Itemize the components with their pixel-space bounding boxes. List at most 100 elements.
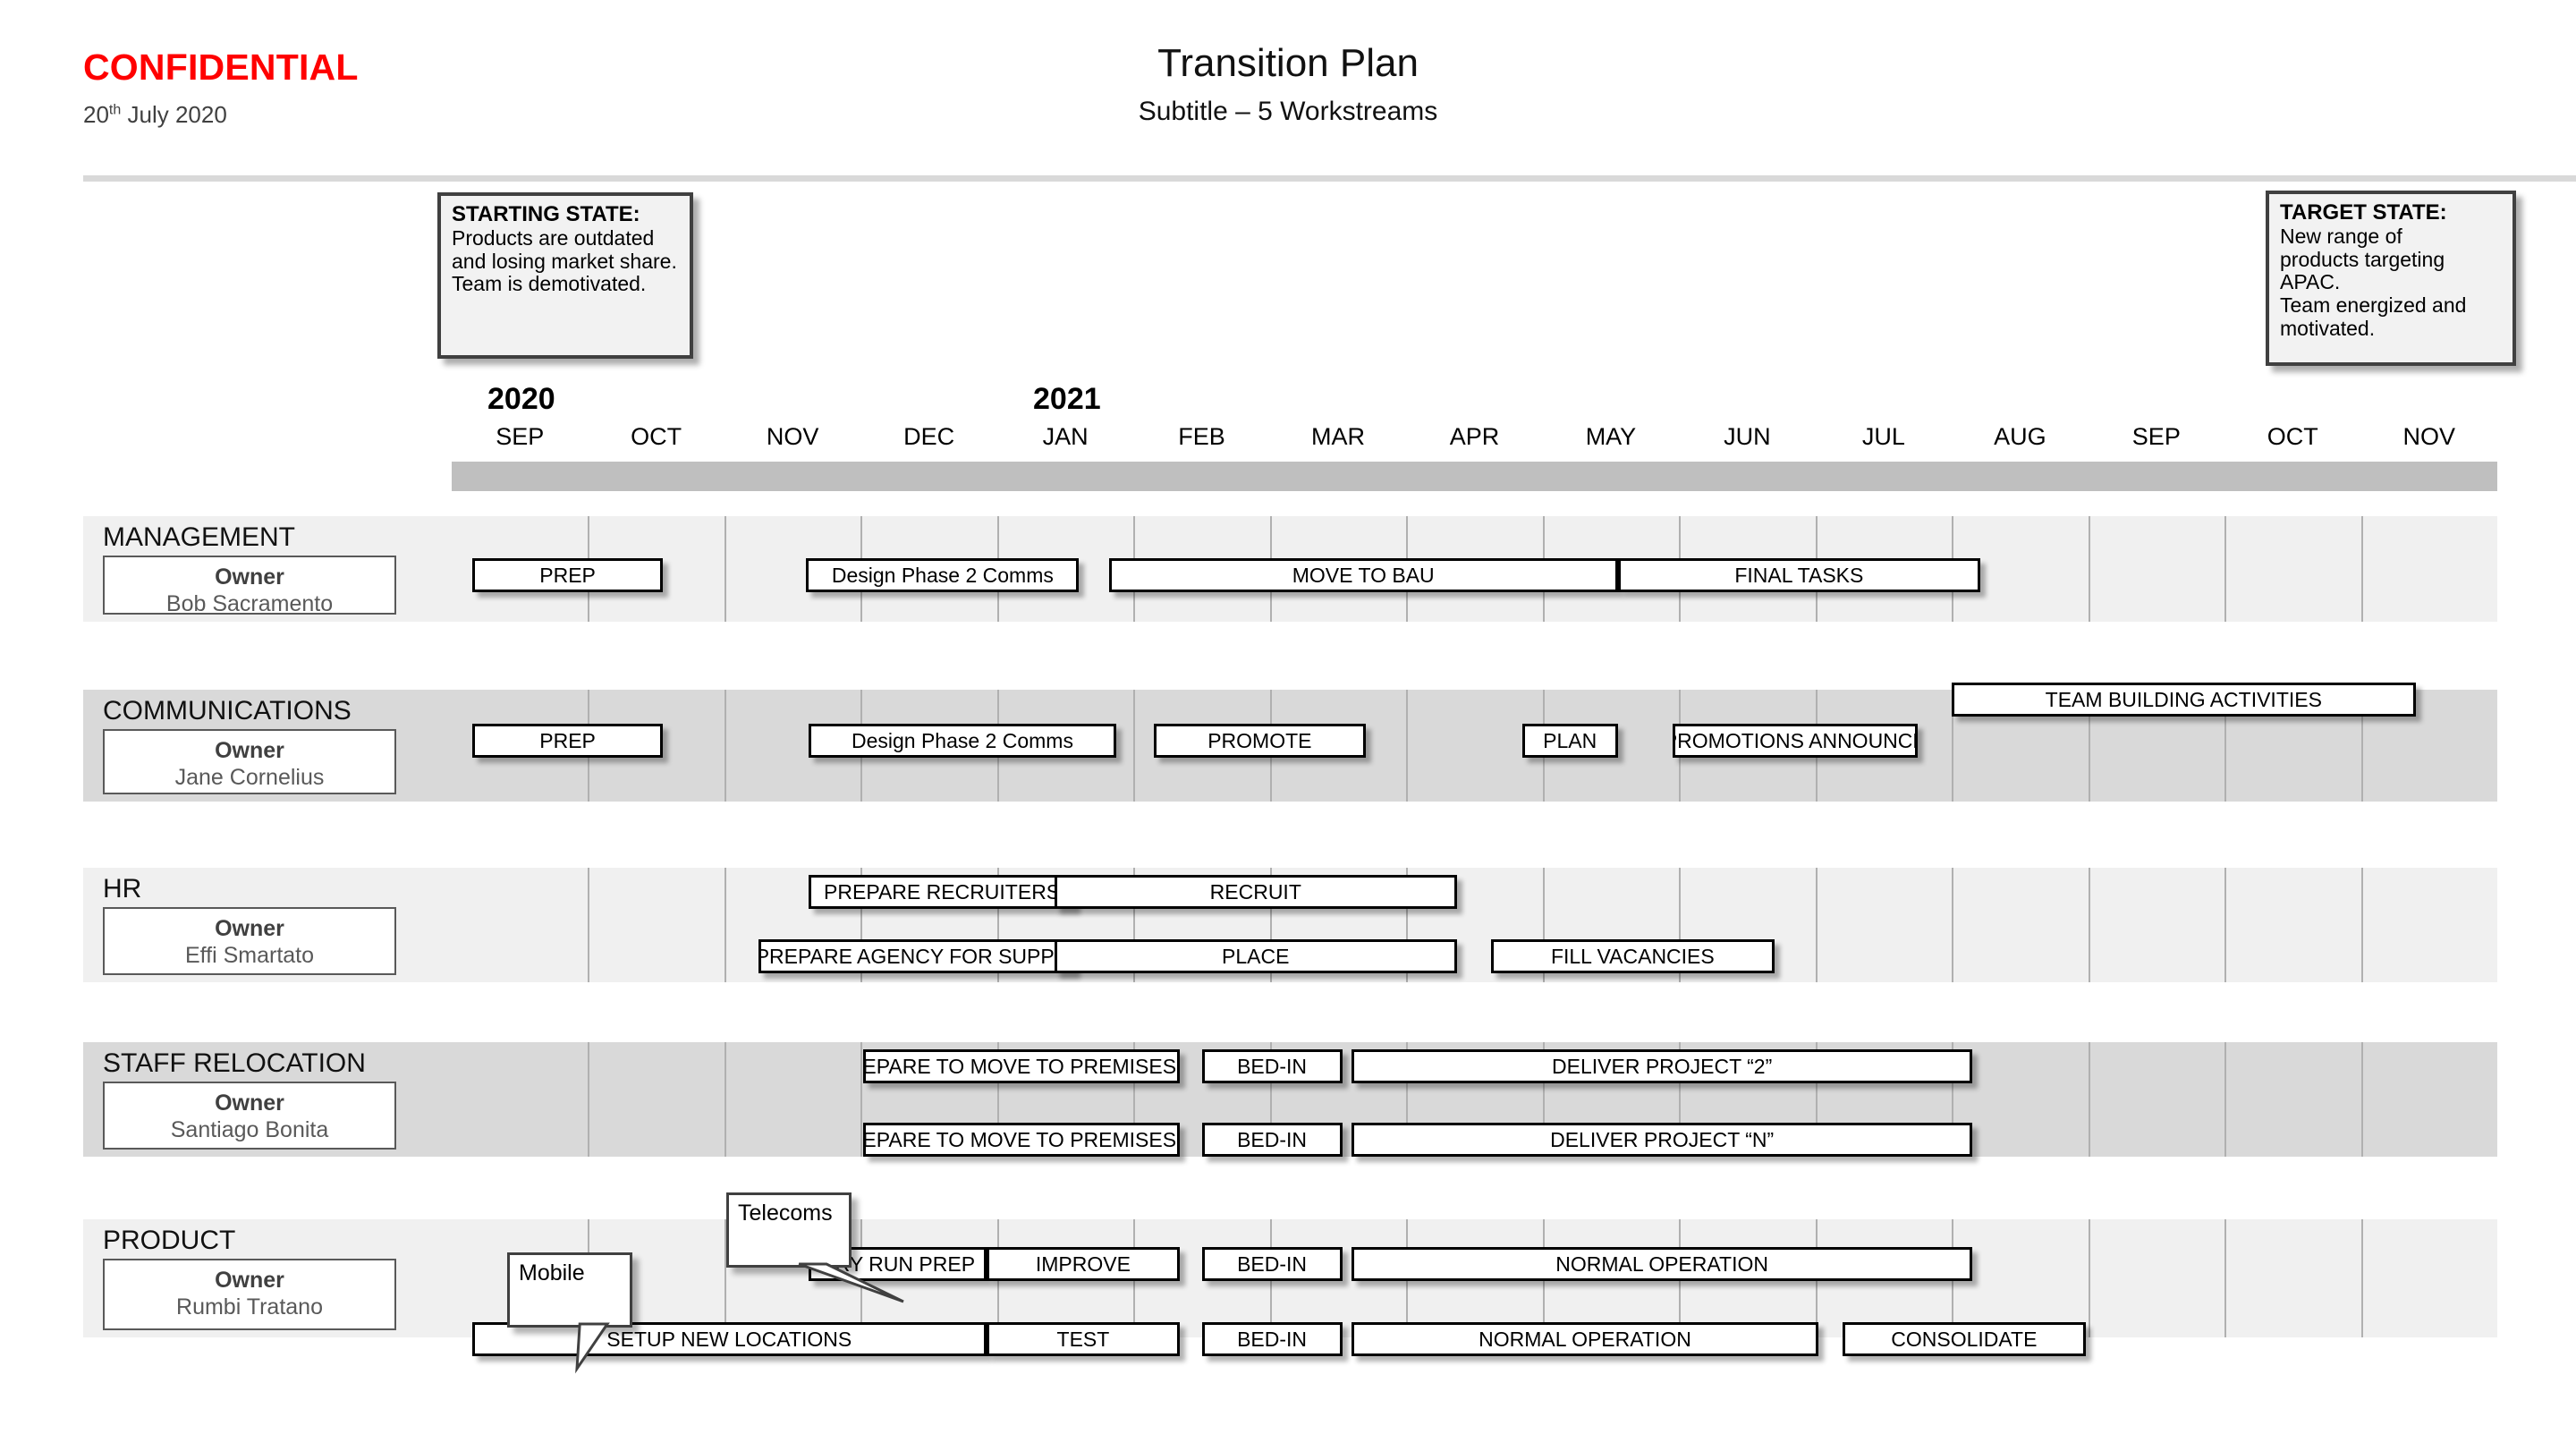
timeline-month-3-dec: DEC (903, 423, 955, 450)
gantt-bar[interactable]: DELIVER PROJECT “N” (1352, 1123, 1972, 1157)
starting-state-line-2: and losing market share. (452, 249, 677, 273)
gantt-bar[interactable]: Design Phase 2 Comms (809, 724, 1116, 758)
month-gridline (860, 1042, 863, 1157)
timeline-month-8-may: MAY (1585, 423, 1637, 450)
month-gridline (724, 868, 726, 982)
gantt-bar[interactable]: PROMOTE (1154, 724, 1366, 758)
target-state-line-3: APAC. (2280, 270, 2341, 294)
timeline-month-0-sep: SEP (496, 423, 545, 450)
timeline-month-10-jul: JUL (1861, 423, 1905, 450)
month-gridline (2360, 516, 2363, 622)
owner-name: Bob Sacramento (165, 590, 334, 616)
month-gridline (588, 868, 590, 982)
gantt-bar[interactable]: BED-IN (1201, 1322, 1343, 1356)
owner-box: Owner Effi Smartato (103, 907, 396, 975)
target-state-box: TARGET STATE: New range of products targ… (2266, 191, 2516, 366)
gantt-bar[interactable]: FINAL TASKS (1617, 558, 1981, 592)
month-gridline (1133, 690, 1136, 802)
swimlane-title: STAFF RELOCATION (103, 1048, 366, 1078)
target-state-line-4: Team energized and (2280, 293, 2467, 318)
gantt-bar[interactable]: IMPROVE (986, 1247, 1181, 1281)
gantt-bar[interactable]: DELIVER PROJECT “2” (1352, 1049, 1972, 1083)
timeline-year-2020: 2020 (487, 382, 555, 416)
callout-bubble: Telecoms (726, 1192, 852, 1268)
month-gridline (2224, 1219, 2227, 1337)
month-gridline (724, 516, 726, 622)
gantt-bar[interactable]: TEAM BUILDING ACTIVITIES (1952, 683, 2416, 717)
gantt-bar[interactable]: MOVE TO BAU (1108, 558, 1618, 592)
timeline-month-band (452, 462, 2497, 491)
owner-box: Owner Bob Sacramento (103, 556, 396, 616)
timeline-month-13-oct: OCT (2267, 423, 2318, 450)
owner-label: Owner (215, 916, 284, 941)
month-gridline (724, 690, 726, 802)
owner-label: Owner (215, 564, 284, 590)
gantt-bar[interactable]: PLACE (1054, 939, 1457, 973)
target-state-line-5: motivated. (2280, 316, 2376, 340)
month-gridline (2224, 868, 2227, 982)
target-state-line-2: products targeting (2280, 247, 2445, 271)
gantt-bar[interactable]: PROMOTIONS ANNOUNCE (1672, 724, 1918, 758)
gantt-bar[interactable]: BED-IN (1201, 1123, 1343, 1157)
swimlane-title: COMMUNICATIONS (103, 696, 352, 726)
gantt-bar[interactable]: PREPARE AGENCY FOR SUPPLY (758, 939, 1075, 973)
gantt-bar[interactable]: TEST (986, 1322, 1181, 1356)
timeline-month-11-aug: AUG (1994, 423, 2046, 450)
gantt-bar[interactable]: PLAN (1521, 724, 1618, 758)
timeline-year-2021: 2021 (1033, 382, 1101, 416)
owner-name: Santiago Bonita (170, 1116, 329, 1142)
timeline-month-6-mar: MAR (1311, 423, 1366, 450)
owner-name: Effi Smartato (184, 942, 315, 968)
page-title: Transition Plan (1157, 41, 1419, 85)
gantt-bar[interactable]: Design Phase 2 Comms (806, 558, 1080, 592)
timeline-month-12-sep: SEP (2131, 423, 2181, 450)
owner-name: Rumbi Tratano (176, 1294, 323, 1319)
timeline-month-14-nov: NOV (2402, 423, 2456, 450)
month-gridline (2360, 1219, 2363, 1337)
gantt-bar[interactable]: BED-IN (1201, 1049, 1343, 1083)
month-gridline (2224, 516, 2227, 622)
starting-state-box: STARTING STATE: Products are outdated an… (437, 192, 693, 359)
gantt-bar[interactable]: PREP (471, 724, 664, 758)
month-gridline (2088, 1219, 2090, 1337)
owner-label: Owner (215, 1090, 284, 1116)
gantt-bar[interactable]: NORMAL OPERATION (1352, 1247, 1972, 1281)
gantt-bar[interactable]: BED-IN (1201, 1247, 1343, 1281)
month-gridline (2088, 868, 2090, 982)
gantt-bar[interactable]: PREPARE RECRUITERS (809, 875, 1075, 909)
month-gridline (2088, 516, 2090, 622)
timeline-month-2-nov: NOV (766, 423, 819, 450)
month-gridline (1952, 868, 1954, 982)
gantt-bar[interactable]: RECRUIT (1054, 875, 1457, 909)
starting-state-line-1: Products are outdated (452, 225, 655, 250)
header-divider (83, 175, 2576, 182)
timeline-month-5-feb: FEB (1178, 423, 1225, 450)
month-gridline (1815, 868, 1818, 982)
gantt-bar[interactable]: CONSOLIDATE (1843, 1322, 2086, 1356)
target-state-title: TARGET STATE: (2280, 200, 2447, 225)
owner-box: Owner Rumbi Tratano (103, 1259, 396, 1330)
gantt-bar[interactable]: PREPARE TO MOVE TO PREMISES “A” (863, 1049, 1181, 1083)
timeline-month-7-apr: APR (1449, 423, 1500, 450)
gantt-bar[interactable]: FILL VACANCIES (1490, 939, 1775, 973)
owner-box: Owner Santiago Bonita (103, 1082, 396, 1150)
timeline-month-1-oct: OCT (631, 423, 682, 450)
month-gridline (2088, 1042, 2090, 1157)
callout-bubble: Mobile (507, 1252, 632, 1328)
owner-label: Owner (215, 1268, 284, 1293)
gantt-bar[interactable]: PREP (471, 558, 664, 592)
month-gridline (1406, 690, 1409, 802)
swimlane-title: MANAGEMENT (103, 522, 296, 552)
starting-state-line-3: Team is demotivated. (452, 272, 647, 296)
gantt-bar[interactable]: NORMAL OPERATION (1352, 1322, 1818, 1356)
timeline-month-4-jan: JAN (1042, 423, 1089, 450)
owner-name: Jane Cornelius (174, 764, 325, 790)
target-state-line-1: New range of (2280, 224, 2402, 248)
owner-box: Owner Jane Cornelius (103, 729, 396, 794)
swimlane-title: HR (103, 874, 142, 904)
owner-label: Owner (215, 738, 284, 763)
gantt-bar[interactable]: PREPARE TO MOVE TO PREMISES “B” (863, 1123, 1181, 1157)
month-gridline (2360, 1042, 2363, 1157)
page-subtitle: Subtitle – 5 Workstreams (1138, 97, 1438, 126)
timeline-month-9-jun: JUN (1724, 423, 1771, 450)
